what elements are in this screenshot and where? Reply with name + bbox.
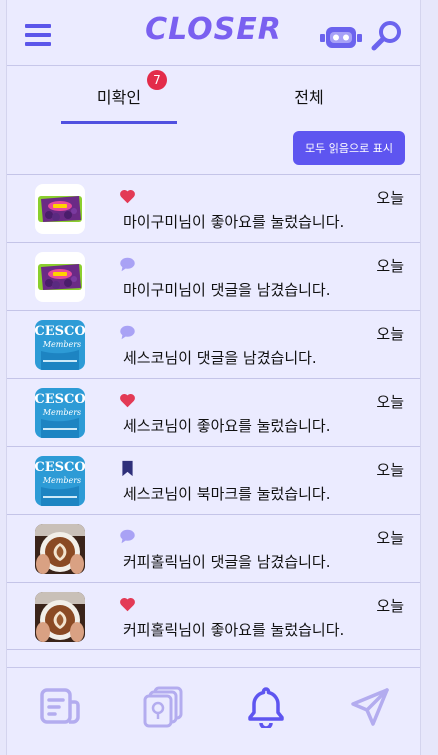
grape-candy-thumbnail [35, 252, 85, 302]
notification-message: 세스코님이 북마크를 눌렀습니다. [123, 485, 331, 503]
top-header: CLOSER [7, 0, 420, 66]
notification-row[interactable]: 오늘커피홀릭님이 댓글을 남겼습니다. [7, 514, 420, 582]
notification-list: 오늘 마이구미님이 좋아요를 눌렀습니다. 오늘 마이구미님이 댓글을 남겼습니다. C… [7, 174, 420, 650]
notification-time: 오늘 [376, 461, 404, 479]
notification-time: 오늘 [376, 189, 404, 207]
tab-all-label: 전체 [294, 88, 324, 107]
notification-time: 오늘 [376, 325, 404, 343]
notification-row[interactable]: 오늘마이구미님이 댓글을 남겼습니다. [7, 242, 420, 310]
nav-send-icon[interactable] [349, 686, 391, 732]
cesco-thumbnail: CESCO Members [35, 320, 85, 370]
nav-bell-icon[interactable] [245, 686, 287, 732]
notification-row[interactable]: CESCO Members 오늘세스코님이 북마크를 눌렀습니다. [7, 446, 420, 514]
nav-document-icon[interactable] [39, 686, 81, 732]
robot-icon[interactable] [320, 26, 362, 54]
notification-message: 커피홀릭님이 댓글을 남겼습니다. [123, 553, 331, 571]
cesco-thumbnail: CESCO Members [35, 456, 85, 506]
svg-text:Members: Members [42, 408, 81, 417]
comment-icon [119, 256, 136, 273]
bookmark-icon [119, 460, 136, 477]
tab-all[interactable]: 전체 [247, 66, 371, 124]
notification-message: 마이구미님이 좋아요를 눌렀습니다. [123, 213, 345, 231]
notification-row[interactable]: 오늘커피홀릭님이 좋아요를 눌렀습니다. [7, 582, 420, 650]
cesco-logo-text: CESCO [35, 324, 85, 339]
comment-icon [119, 528, 136, 545]
notification-message: 세스코님이 좋아요를 눌렀습니다. [123, 417, 331, 435]
svg-text:Members: Members [42, 476, 81, 485]
nav-cards-icon[interactable] [143, 686, 185, 732]
notification-row[interactable]: CESCO Members 오늘세스코님이 좋아요를 눌렀습니다. [7, 378, 420, 446]
mark-all-read-button[interactable]: 모두 읽음으로 표시 [293, 131, 405, 165]
coffee-thumbnail [35, 592, 85, 642]
notification-time: 오늘 [376, 597, 404, 615]
notification-time: 오늘 [376, 257, 404, 275]
notification-time: 오늘 [376, 529, 404, 547]
coffee-thumbnail [35, 524, 85, 574]
tab-bar: 미확인 7 전체 [7, 66, 420, 124]
comment-icon [119, 324, 136, 341]
active-tab-indicator [61, 121, 177, 124]
notification-message: 커피홀릭님이 좋아요를 눌렀습니다. [123, 621, 345, 639]
notification-message: 세스코님이 댓글을 남겼습니다. [123, 349, 317, 367]
heart-icon [119, 392, 136, 409]
heart-icon [119, 596, 136, 613]
cesco-logo-text: CESCO [35, 460, 85, 475]
heart-icon [119, 188, 136, 205]
tab-unread[interactable]: 미확인 7 [61, 66, 177, 124]
search-icon[interactable] [371, 20, 405, 56]
svg-text:Members: Members [42, 340, 81, 349]
notification-time: 오늘 [376, 393, 404, 411]
notification-message: 마이구미님이 댓글을 남겼습니다. [123, 281, 331, 299]
notification-row[interactable]: CESCO Members 오늘세스코님이 댓글을 남겼습니다. [7, 310, 420, 378]
notification-row[interactable]: 오늘마이구미님이 좋아요를 눌렀습니다. [7, 174, 420, 242]
unread-count-badge: 7 [147, 70, 167, 90]
cesco-logo-text: CESCO [35, 392, 85, 407]
cesco-thumbnail: CESCO Members [35, 388, 85, 438]
app-frame: CLOSER 미확인 7 전체 모두 읽음으로 표시 오늘 마이구미님이 좋아요… [6, 0, 421, 755]
bottom-nav [7, 667, 420, 755]
grape-candy-thumbnail [35, 184, 85, 234]
